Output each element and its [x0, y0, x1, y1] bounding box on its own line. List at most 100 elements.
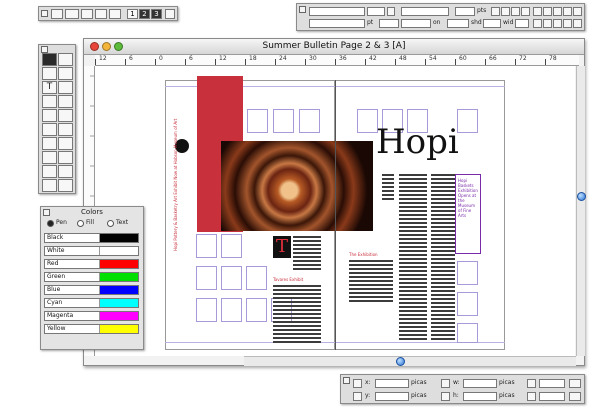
- shadow-icon[interactable]: [573, 7, 582, 16]
- angle-icon[interactable]: [527, 379, 536, 388]
- text-radio[interactable]: [107, 220, 114, 227]
- h-field[interactable]: [463, 392, 497, 401]
- swatch-row[interactable]: Black: [44, 233, 139, 243]
- close-icon[interactable]: [343, 377, 350, 384]
- y-field[interactable]: [375, 392, 409, 401]
- close-icon[interactable]: [41, 10, 48, 17]
- tracking-field[interactable]: [401, 7, 449, 16]
- page-layout-icon[interactable]: [81, 9, 93, 19]
- layout-box[interactable]: [246, 266, 267, 290]
- swatch-row[interactable]: Blue: [44, 285, 139, 295]
- vertical-scrollbar[interactable]: [576, 66, 586, 356]
- w-field[interactable]: [463, 379, 497, 388]
- fill-radio[interactable]: [77, 220, 84, 227]
- shade-field[interactable]: [483, 19, 501, 28]
- vertical-scroll-thumb[interactable]: [577, 192, 586, 201]
- superscript-icon[interactable]: [533, 19, 542, 28]
- vertical-caption[interactable]: Hopi Pottery & Basketry Art Exhibit Now …: [162, 119, 178, 251]
- small-caps-icon[interactable]: [553, 19, 562, 28]
- layout-box[interactable]: [457, 323, 478, 343]
- line-tool-icon[interactable]: [42, 95, 57, 108]
- page-button-2[interactable]: 2: [139, 9, 150, 19]
- layout-box[interactable]: [246, 298, 267, 322]
- align-right-icon[interactable]: [511, 7, 520, 16]
- y-origin-icon[interactable]: [353, 392, 362, 401]
- text-path-tool-icon[interactable]: [58, 81, 73, 94]
- subhead-left[interactable]: Tavares Exhibit: [273, 277, 303, 282]
- swatch-row[interactable]: Red: [44, 259, 139, 269]
- text-tool-icon[interactable]: T: [42, 81, 57, 94]
- text-column[interactable]: [273, 285, 321, 343]
- text-column[interactable]: [382, 174, 394, 202]
- underline-icon[interactable]: [553, 7, 562, 16]
- drop-cap[interactable]: T: [273, 236, 291, 258]
- bezier-tool-icon[interactable]: [42, 165, 57, 178]
- layout-box[interactable]: [299, 109, 320, 133]
- sidebar-text[interactable]: Hopi Baskets Exhibition Opens at the Mus…: [458, 178, 479, 218]
- align-left-icon[interactable]: [491, 7, 500, 16]
- crop-tool-icon[interactable]: [58, 123, 73, 136]
- layout-box[interactable]: [357, 109, 378, 133]
- title-bar[interactable]: Summer Bulletin Page 2 & 3 [A]: [84, 39, 584, 55]
- x-field[interactable]: [375, 379, 409, 388]
- zoom-tool-icon[interactable]: [58, 67, 73, 80]
- close-icon[interactable]: [41, 46, 48, 53]
- skew-icon[interactable]: [527, 392, 536, 401]
- layout-box[interactable]: [221, 266, 242, 290]
- style-menu-arrow-icon[interactable]: [387, 7, 395, 16]
- baseline-field[interactable]: [447, 19, 469, 28]
- skew-field[interactable]: [539, 392, 565, 401]
- page-spread-icon[interactable]: [65, 9, 79, 19]
- close-icon[interactable]: [299, 6, 306, 13]
- layout-canvas[interactable]: Hopi Pottery & Basketry Art Exhibit Now …: [95, 66, 575, 356]
- link-tool-icon[interactable]: [42, 109, 57, 122]
- rectangle-tool-icon[interactable]: [58, 95, 73, 108]
- page-button-3[interactable]: 3: [151, 9, 162, 19]
- all-caps-icon[interactable]: [563, 19, 572, 28]
- oval-tool-icon[interactable]: [42, 151, 57, 164]
- layout-box[interactable]: [196, 234, 217, 258]
- layout-box[interactable]: [221, 298, 242, 322]
- style-menu[interactable]: [367, 7, 385, 16]
- master-b-icon[interactable]: [109, 9, 121, 19]
- width-field[interactable]: [515, 19, 529, 28]
- rounded-rect-tool-icon[interactable]: [58, 137, 73, 150]
- font-menu[interactable]: [309, 7, 365, 16]
- basket-photo[interactable]: [221, 141, 373, 231]
- kerning-field[interactable]: [401, 19, 431, 28]
- text-column[interactable]: [431, 174, 455, 342]
- unlink-tool-icon[interactable]: [58, 109, 73, 122]
- horizontal-ruler[interactable]: 12 6 0 6 12 18 24 30 36 42 48 54 60 66 72 78: [95, 55, 579, 66]
- layout-box[interactable]: [196, 266, 217, 290]
- h-icon[interactable]: [441, 392, 450, 401]
- scale-icon[interactable]: [569, 392, 581, 401]
- x-origin-icon[interactable]: [353, 379, 362, 388]
- horizontal-scrollbar[interactable]: [244, 356, 576, 366]
- strike-icon[interactable]: [573, 19, 582, 28]
- arrow-tool-icon[interactable]: [42, 53, 57, 66]
- bold-icon[interactable]: [533, 7, 542, 16]
- swatch-row[interactable]: Yellow: [44, 324, 139, 334]
- layout-box[interactable]: [196, 298, 217, 322]
- swatch-row[interactable]: Cyan: [44, 298, 139, 308]
- horizontal-scroll-thumb[interactable]: [396, 357, 405, 366]
- picture-box-tool-icon[interactable]: [42, 123, 57, 136]
- table-tool-icon[interactable]: [42, 179, 57, 192]
- subscript-icon[interactable]: [543, 19, 552, 28]
- justify-icon[interactable]: [521, 7, 530, 16]
- layout-box[interactable]: [457, 292, 478, 316]
- swatch-row[interactable]: White: [44, 246, 139, 256]
- layout-box[interactable]: [221, 234, 242, 258]
- text-column[interactable]: [293, 236, 321, 272]
- swatch-row[interactable]: Green: [44, 272, 139, 282]
- italic-icon[interactable]: [543, 7, 552, 16]
- rotate-tool-icon[interactable]: [58, 53, 73, 66]
- page-menu-icon[interactable]: [165, 9, 175, 19]
- polygon-tool-icon[interactable]: [58, 151, 73, 164]
- headline[interactable]: Hopi: [376, 124, 459, 160]
- grabber-hand-icon[interactable]: [42, 67, 57, 80]
- page-view-icon[interactable]: [51, 9, 63, 19]
- size-field[interactable]: [309, 19, 365, 28]
- w-icon[interactable]: [441, 379, 450, 388]
- layout-box[interactable]: [457, 109, 478, 133]
